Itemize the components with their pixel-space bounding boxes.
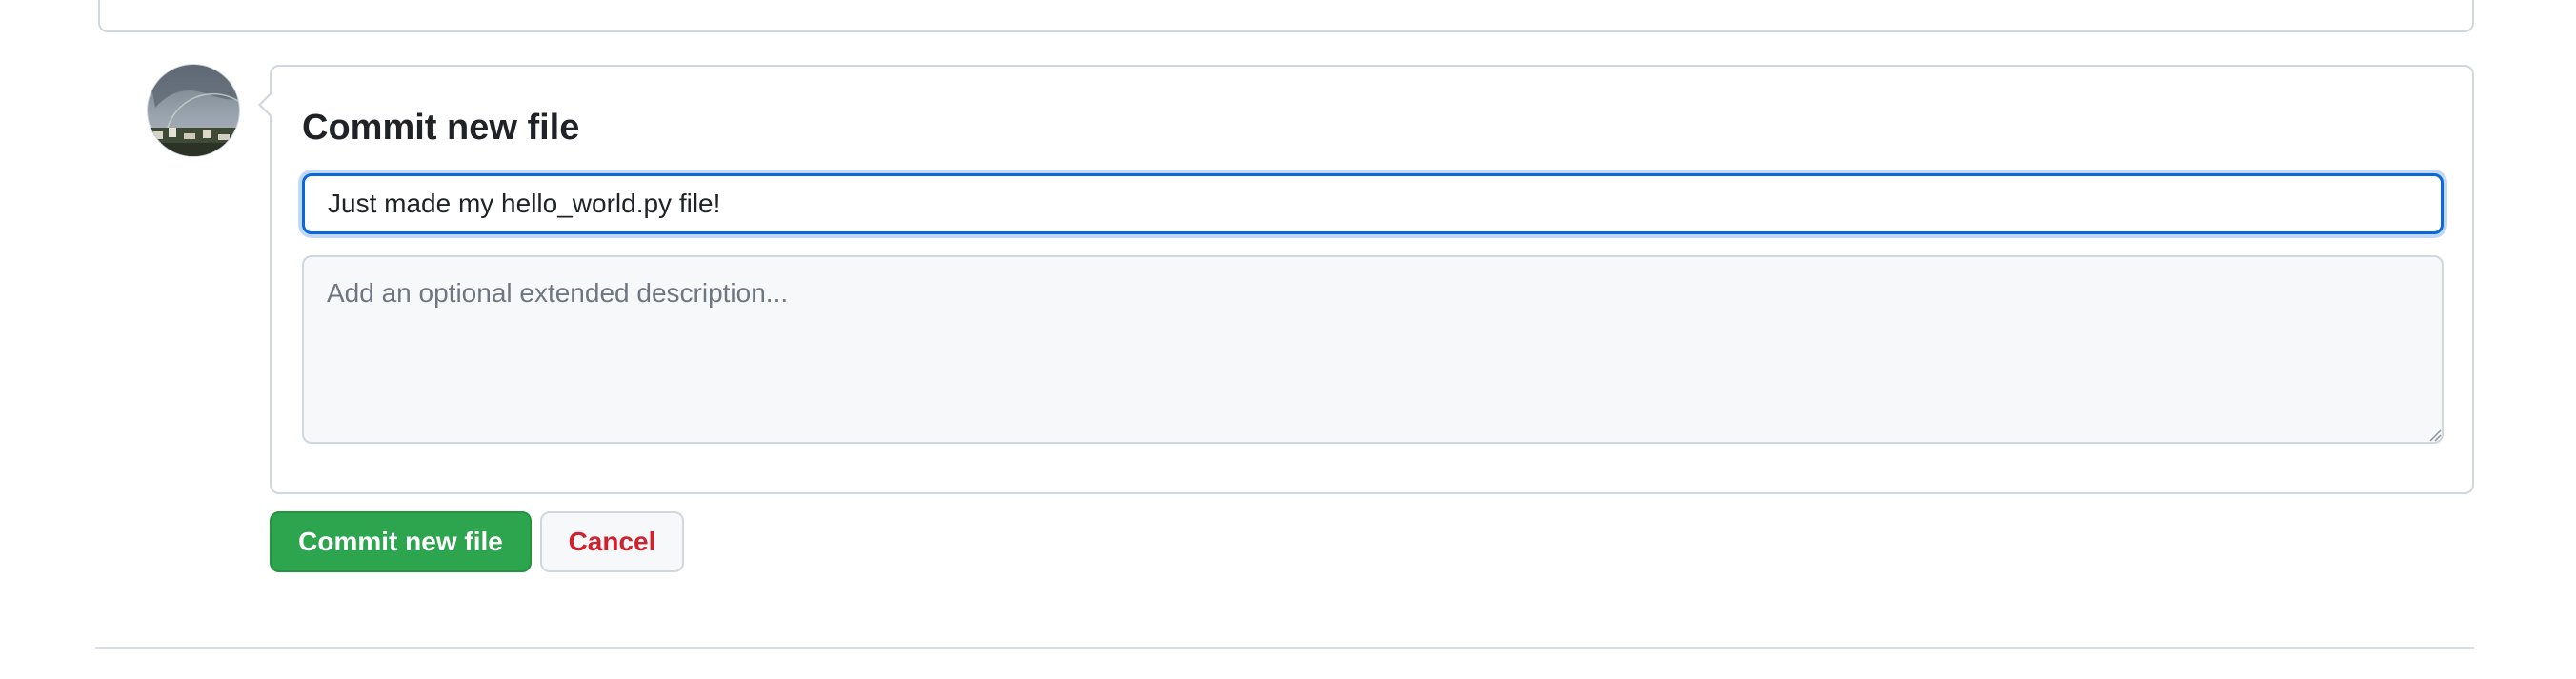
commit-description-textarea[interactable] (302, 255, 2444, 444)
speech-caret-fill (261, 93, 272, 116)
cancel-button[interactable]: Cancel (540, 511, 684, 572)
avatar-image (148, 65, 239, 156)
user-avatar[interactable] (147, 64, 240, 157)
resize-grip-icon[interactable] (2428, 429, 2442, 442)
commit-page: Commit new file Commit new file Cancel (0, 0, 2576, 679)
commit-summary-input[interactable] (302, 173, 2444, 234)
commit-heading: Commit new file (302, 108, 580, 148)
commit-new-file-button[interactable]: Commit new file (270, 511, 532, 572)
section-divider (95, 647, 2474, 649)
commit-form: Commit new file (258, 65, 2474, 494)
file-editor-box (98, 0, 2474, 32)
